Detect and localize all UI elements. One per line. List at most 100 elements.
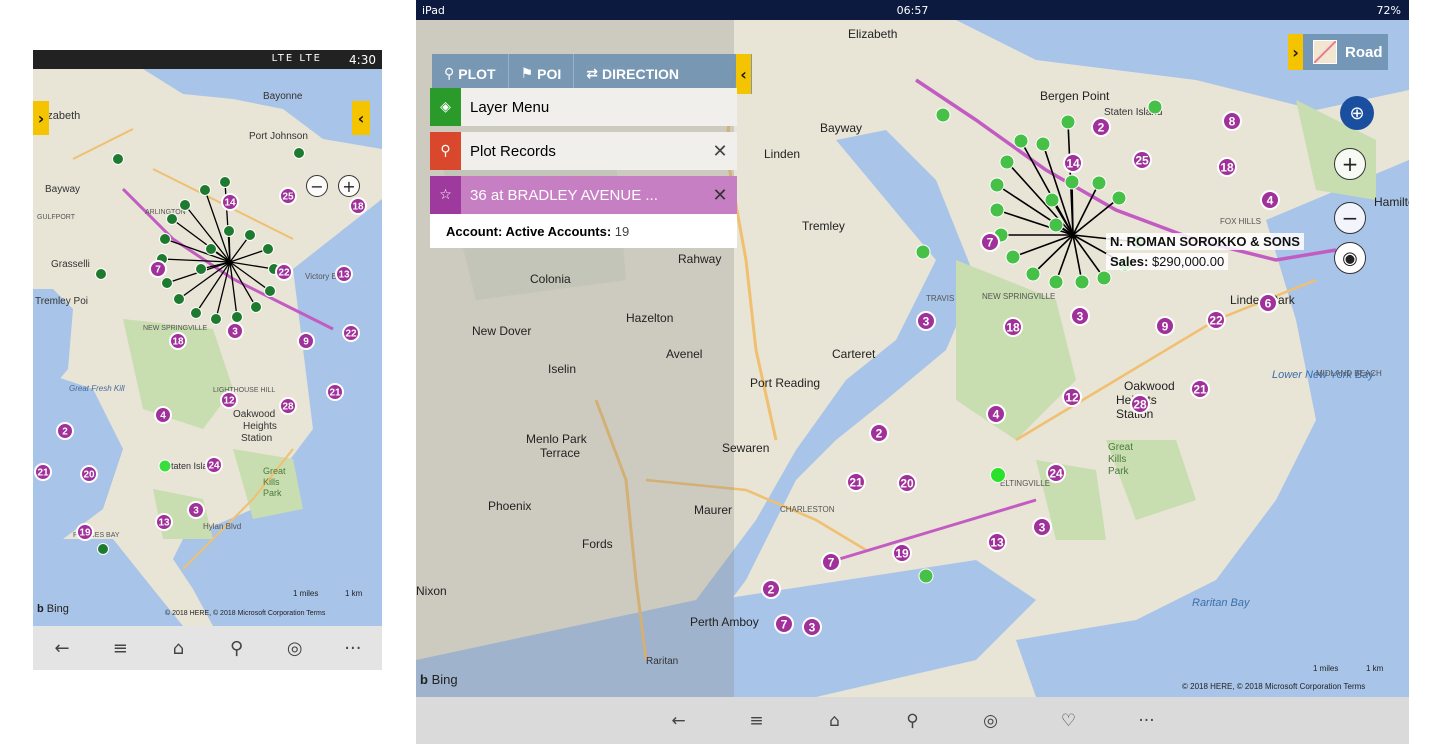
cluster-count: 3 — [1077, 309, 1084, 323]
search-icon[interactable]: ⚲ — [217, 638, 257, 659]
cluster-marker[interactable]: 22 — [275, 263, 293, 281]
cluster-marker[interactable]: 18 — [169, 332, 187, 350]
cluster-marker[interactable]: 21 — [34, 463, 52, 481]
menu-icon[interactable]: ≡ — [100, 638, 140, 659]
cluster-marker[interactable]: 3 — [226, 322, 244, 340]
cluster-marker[interactable]: 18 — [349, 197, 367, 215]
cluster-marker[interactable]: 21 — [1190, 379, 1210, 399]
cluster-count: 2 — [876, 426, 883, 440]
cluster-marker[interactable]: 2 — [56, 422, 74, 440]
cluster-marker[interactable]: 28 — [279, 397, 297, 415]
cluster-marker[interactable]: 3 — [916, 311, 936, 331]
poi-label: POI — [537, 66, 562, 82]
cluster-marker[interactable]: 2 — [869, 423, 889, 443]
phone-zoom-in-button[interactable]: + — [338, 175, 360, 197]
cluster-marker[interactable]: 18 — [1217, 157, 1237, 177]
cluster-marker[interactable]: 3 — [1070, 306, 1090, 326]
cluster-marker[interactable]: 13 — [335, 265, 353, 283]
cluster-count: 24 — [1049, 466, 1063, 480]
phone-expand-panel-button[interactable]: › — [33, 101, 49, 135]
map-label: Rahway — [678, 252, 721, 266]
cluster-marker[interactable]: 4 — [1260, 190, 1280, 210]
cluster-marker[interactable]: 21 — [326, 383, 344, 401]
cluster-marker[interactable]: 14 — [221, 193, 239, 211]
map-copyright: © 2018 HERE, © 2018 Microsoft Corporatio… — [1182, 682, 1366, 691]
close-icon[interactable]: ✕ — [703, 141, 737, 162]
cluster-marker[interactable]: 20 — [80, 465, 98, 483]
menu-icon[interactable]: ≡ — [737, 711, 777, 731]
cluster-marker[interactable]: 4 — [154, 406, 172, 424]
cluster-marker[interactable]: 13 — [987, 532, 1007, 552]
map-label: Hylan Blvd — [203, 522, 241, 531]
close-icon[interactable]: ✕ — [703, 185, 737, 206]
cluster-marker[interactable]: 19 — [892, 543, 912, 563]
zoom-out-button[interactable]: − — [1334, 202, 1366, 234]
map-label: Iselin — [548, 362, 576, 376]
cluster-marker[interactable]: 9 — [297, 332, 315, 350]
cluster-marker[interactable]: 7 — [774, 614, 794, 634]
bing-label: Bing — [431, 672, 458, 687]
cluster-marker[interactable]: 28 — [1130, 394, 1150, 414]
back-icon[interactable]: ← — [42, 638, 82, 659]
cluster-marker[interactable]: 19 — [76, 523, 94, 541]
phone-map[interactable]: Bayonne Elizabeth Port Johnson Bayway Gr… — [33, 69, 382, 626]
zoom-in-button[interactable]: + — [1334, 148, 1366, 180]
cluster-count: 3 — [923, 314, 930, 328]
selected-pin[interactable] — [990, 467, 1006, 483]
activity-icon[interactable]: ◎ — [971, 711, 1011, 731]
cluster-marker[interactable]: 25 — [279, 187, 297, 205]
cluster-marker[interactable]: 12 — [220, 391, 238, 409]
phone-status-icons: LTE LTE — [271, 53, 322, 64]
cluster-marker[interactable]: 21 — [846, 472, 866, 492]
cluster-marker[interactable]: 22 — [342, 324, 360, 342]
map-label: LIGHTHOUSE HILL — [213, 387, 275, 394]
cluster-marker[interactable]: 3 — [802, 617, 822, 637]
cluster-count: 9 — [1162, 319, 1169, 333]
cluster-marker[interactable]: 8 — [1222, 111, 1242, 131]
search-icon[interactable]: ⚲ — [893, 711, 933, 731]
globe-icon[interactable]: ⊕ — [1340, 96, 1374, 130]
activity-icon[interactable]: ◎ — [275, 638, 315, 659]
selected-record-row[interactable]: ☆ 36 at BRADLEY AVENUE ... ✕ — [430, 176, 737, 214]
map-label: ARLINGTON — [145, 209, 186, 216]
home-icon[interactable]: ⌂ — [815, 711, 855, 731]
cluster-count: 2 — [62, 427, 68, 438]
map-label: Bayonne — [263, 91, 303, 102]
home-icon[interactable]: ⌂ — [158, 638, 198, 659]
back-icon[interactable]: ← — [659, 711, 699, 731]
plot-records-row[interactable]: ⚲ Plot Records ✕ — [430, 132, 737, 170]
cluster-marker[interactable]: 9 — [1155, 316, 1175, 336]
cluster-marker[interactable]: 3 — [187, 501, 205, 519]
cluster-marker[interactable]: 2 — [761, 579, 781, 599]
cluster-marker[interactable]: 6 — [1258, 293, 1278, 313]
lightbulb-icon[interactable]: ♡ — [1049, 711, 1089, 731]
layer-menu-row[interactable]: ◈ Layer Menu — [430, 88, 737, 126]
cluster-marker[interactable]: 7 — [980, 232, 1000, 252]
selected-pin[interactable] — [158, 459, 172, 473]
cluster-count: 14 — [1066, 156, 1080, 170]
locate-me-icon[interactable]: ◉ — [1334, 242, 1366, 274]
phone-zoom-out-button[interactable]: − — [306, 175, 328, 197]
cluster-marker[interactable]: 4 — [986, 404, 1006, 424]
cluster-marker[interactable]: 7 — [149, 260, 167, 278]
more-icon[interactable]: ··· — [1127, 711, 1167, 731]
phone-collapse-panel-button[interactable]: ‹ — [352, 101, 370, 135]
more-icon[interactable]: ··· — [333, 638, 373, 659]
cluster-marker[interactable]: 20 — [897, 473, 917, 493]
expand-style-button[interactable]: › — [1288, 34, 1303, 70]
cluster-marker[interactable]: 2 — [1091, 117, 1111, 137]
collapse-panel-button[interactable]: ‹ — [736, 54, 751, 94]
cluster-marker[interactable]: 13 — [155, 513, 173, 531]
tablet-map[interactable]: Elizabeth Bergen Point Bayway Linden Tre… — [416, 20, 1409, 697]
cluster-marker[interactable]: 24 — [1046, 463, 1066, 483]
map-style-road-button[interactable]: Road — [1303, 34, 1388, 70]
cluster-marker[interactable]: 14 — [1063, 153, 1083, 173]
cluster-marker[interactable]: 12 — [1062, 387, 1082, 407]
cluster-marker[interactable]: 22 — [1206, 310, 1226, 330]
cluster-marker[interactable]: 25 — [1132, 150, 1152, 170]
bing-logo: b Bing — [37, 603, 69, 615]
cluster-marker[interactable]: 24 — [205, 456, 223, 474]
cluster-marker[interactable]: 18 — [1003, 317, 1023, 337]
cluster-marker[interactable]: 3 — [1032, 517, 1052, 537]
cluster-marker[interactable]: 7 — [821, 552, 841, 572]
